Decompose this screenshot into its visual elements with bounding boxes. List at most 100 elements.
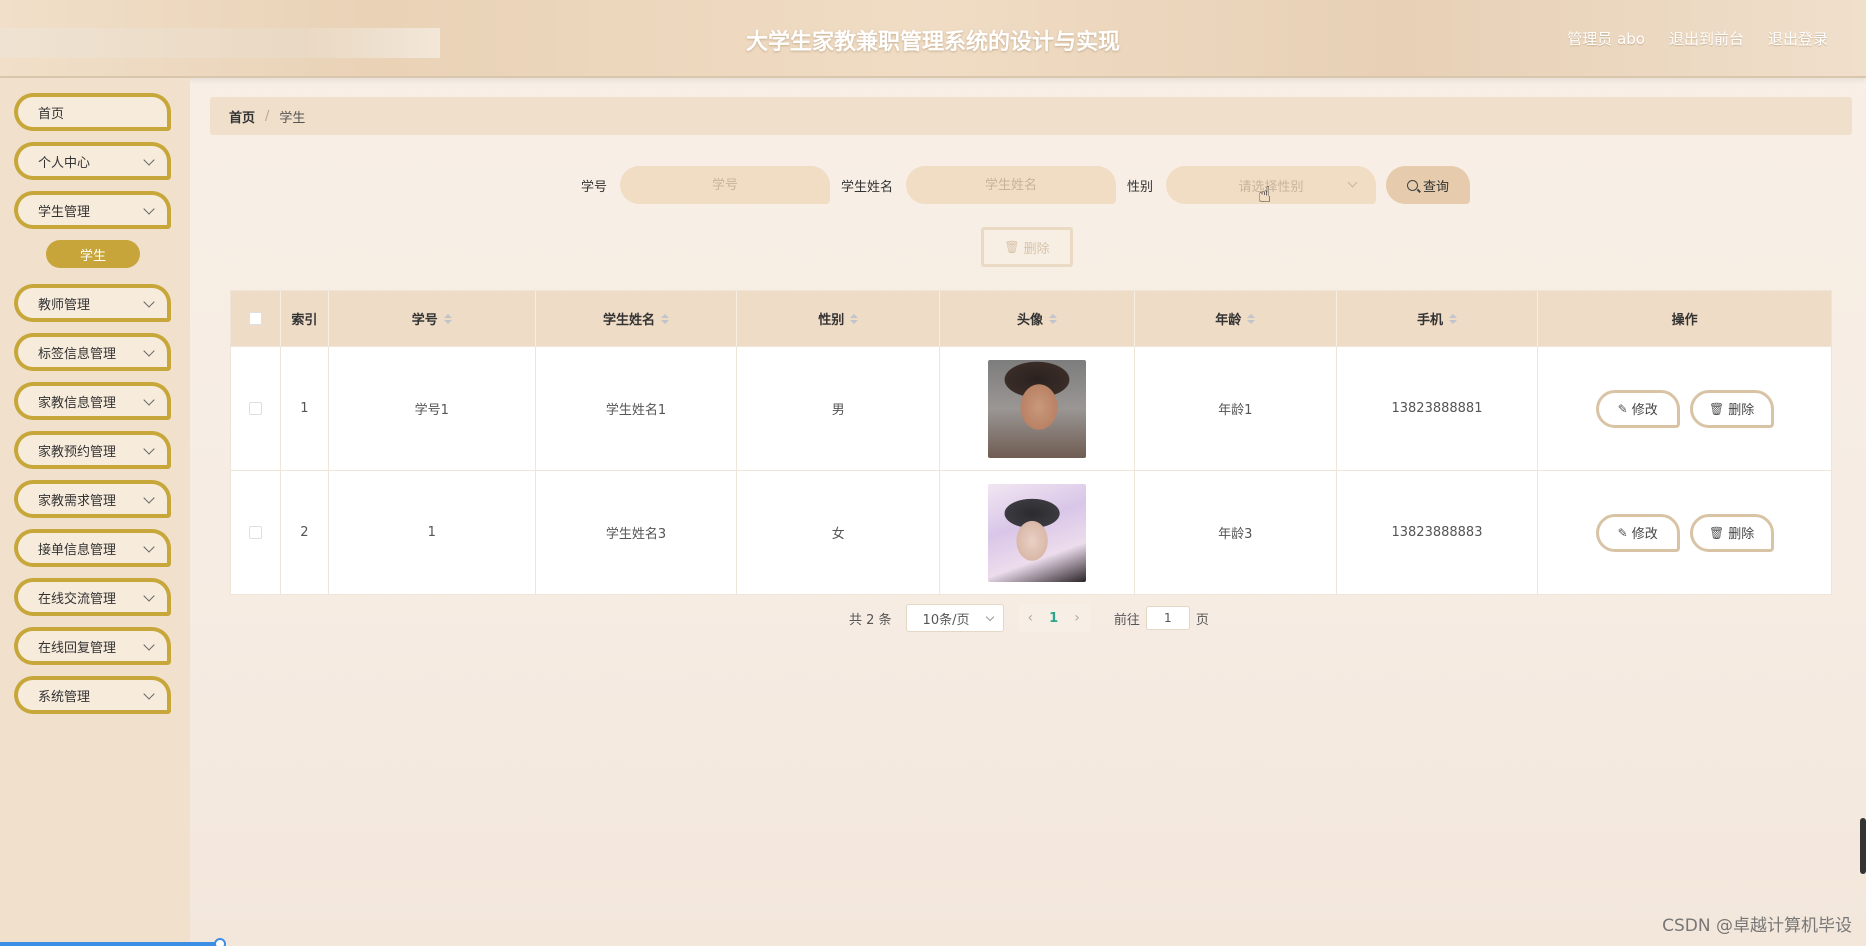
- sidebar-subitem-student[interactable]: 学生: [46, 240, 140, 268]
- sort-icon[interactable]: [1048, 313, 1057, 324]
- page-unit-label: 页: [1195, 612, 1209, 628]
- row-checkbox[interactable]: [248, 526, 262, 539]
- sidebar-item-order-management[interactable]: 接单信息管理: [14, 529, 171, 567]
- edit-icon: ✎: [1617, 525, 1628, 540]
- current-user: 管理员 abo: [1567, 30, 1645, 48]
- edit-button[interactable]: ✎ 修改: [1595, 389, 1680, 428]
- cell-operation: ✎ 修改 🗑 删除: [1538, 347, 1831, 470]
- sidebar-item-teacher-management[interactable]: 教师管理: [14, 284, 171, 322]
- trash-icon: 🗑: [1709, 401, 1725, 416]
- sidebar-item-label: 在线交流管理: [38, 591, 117, 607]
- sidebar-item-booking-management[interactable]: 家教预约管理: [14, 431, 171, 469]
- page-size-select[interactable]: 10条/页: [905, 604, 1004, 632]
- header-select-all[interactable]: [231, 291, 281, 346]
- avatar[interactable]: [987, 359, 1086, 458]
- table-header: 索引 学号 学生姓名 性别 头像 年龄 手机 操作: [231, 291, 1831, 346]
- header-label: 年龄: [1215, 313, 1242, 328]
- chevron-down-icon: [143, 345, 155, 357]
- cell-phone: 13823888883: [1337, 471, 1539, 594]
- header-avatar[interactable]: 头像: [940, 291, 1135, 346]
- student-no-input[interactable]: [620, 166, 830, 204]
- chevron-down-icon: [143, 639, 155, 651]
- row-select[interactable]: [231, 471, 281, 594]
- mouse-pointer-icon: ☝: [1258, 183, 1272, 208]
- avatar[interactable]: [987, 483, 1086, 582]
- query-button-label: 查询: [1422, 179, 1449, 195]
- student-name-input[interactable]: [906, 166, 1116, 204]
- sidebar-item-demand-management[interactable]: 家教需求管理: [14, 480, 171, 518]
- table-row: 1 学号1 学生姓名1 男 年龄1 13823888881 ✎ 修改 🗑 删除: [231, 346, 1831, 470]
- sidebar-item-tag-management[interactable]: 标签信息管理: [14, 333, 171, 371]
- delete-button[interactable]: 🗑 删除: [1689, 513, 1774, 552]
- edit-button[interactable]: ✎ 修改: [1595, 513, 1680, 552]
- sidebar-item-system-management[interactable]: 系统管理: [14, 676, 171, 714]
- page-jump: 前往 页: [1114, 606, 1209, 630]
- sidebar-item-label: 家教预约管理: [38, 444, 117, 460]
- chevron-left-icon[interactable]: ‹: [1028, 610, 1034, 626]
- chevron-right-icon[interactable]: ›: [1074, 610, 1080, 626]
- sidebar-item-home[interactable]: 首页: [14, 93, 171, 131]
- header-label: 学号: [411, 313, 438, 328]
- sort-icon[interactable]: [443, 313, 452, 324]
- header-label: 性别: [818, 313, 845, 328]
- breadcrumb-home[interactable]: 首页: [229, 107, 255, 126]
- watermark: CSDN @卓越计算机毕设: [1662, 916, 1852, 936]
- breadcrumb-separator: /: [265, 108, 270, 124]
- row-select[interactable]: [231, 347, 281, 470]
- select-all-checkbox[interactable]: [248, 312, 262, 325]
- chevron-down-icon: [985, 612, 994, 622]
- sort-icon[interactable]: [1247, 313, 1256, 324]
- cell-gender: 女: [737, 471, 941, 594]
- cell-index: 2: [281, 471, 329, 594]
- query-button[interactable]: 查询: [1386, 166, 1470, 204]
- batch-delete-label: 删除: [1023, 241, 1050, 257]
- cell-avatar: [940, 347, 1135, 470]
- header-age[interactable]: 年龄: [1135, 291, 1337, 346]
- sidebar-item-label: 标签信息管理: [38, 346, 117, 362]
- goto-page-input[interactable]: [1145, 606, 1190, 630]
- row-checkbox[interactable]: [248, 402, 262, 415]
- exit-to-front-link[interactable]: 退出到前台: [1669, 28, 1744, 49]
- page-number[interactable]: 1: [1049, 611, 1058, 626]
- edit-button-label: 修改: [1631, 527, 1658, 542]
- header-gender[interactable]: 性别: [737, 291, 941, 346]
- sidebar-item-label: 在线回复管理: [38, 640, 117, 656]
- edit-button-label: 修改: [1631, 403, 1658, 418]
- sidebar-item-label: 首页: [38, 106, 65, 122]
- header-index: 索引: [281, 291, 329, 346]
- chevron-down-icon: [143, 203, 155, 215]
- header-student-no[interactable]: 学号: [329, 291, 536, 346]
- delete-button-label: 删除: [1728, 527, 1755, 542]
- delete-button[interactable]: 🗑 删除: [1689, 389, 1774, 428]
- sort-icon[interactable]: [850, 313, 859, 324]
- sort-icon[interactable]: [660, 313, 669, 324]
- chevron-down-icon: [143, 590, 155, 602]
- trash-icon: 🗑: [1709, 525, 1725, 540]
- chevron-down-icon: [143, 492, 155, 504]
- scrollbar-thumb[interactable]: [1860, 818, 1866, 874]
- pagination: 共 2 条 10条/页 ‹ 1 › 前往 页: [849, 604, 1209, 632]
- chevron-down-icon: [1347, 177, 1358, 188]
- sidebar-item-chat-management[interactable]: 在线交流管理: [14, 578, 171, 616]
- breadcrumb-current: 学生: [279, 110, 306, 126]
- header-student-name[interactable]: 学生姓名: [536, 291, 738, 346]
- sidebar: 首页 个人中心 学生管理 学生 教师管理 标签信息管理 家教信息管理 家教预约管…: [0, 78, 190, 946]
- search-icon: [1406, 179, 1418, 191]
- header-phone[interactable]: 手机: [1337, 291, 1539, 346]
- sidebar-item-reply-management[interactable]: 在线回复管理: [14, 627, 171, 665]
- sidebar-item-tutoring-info-management[interactable]: 家教信息管理: [14, 382, 171, 420]
- sort-icon[interactable]: [1448, 313, 1457, 324]
- sidebar-item-label: 系统管理: [38, 689, 91, 705]
- delete-button-label: 删除: [1728, 403, 1755, 418]
- batch-delete-button[interactable]: 🗑 删除: [981, 227, 1073, 267]
- gender-label: 性别: [1127, 180, 1154, 195]
- sidebar-item-label: 接单信息管理: [38, 542, 117, 558]
- progress-handle[interactable]: [214, 938, 226, 946]
- search-bar: 学号 学生姓名 性别 请选择性别 查询: [0, 164, 1866, 204]
- sidebar-item-label: 家教需求管理: [38, 493, 117, 509]
- page-nav: ‹ 1 ›: [1017, 604, 1090, 632]
- cell-age: 年龄3: [1135, 471, 1337, 594]
- logout-link[interactable]: 退出登录: [1768, 28, 1828, 49]
- student-name-label: 学生姓名: [841, 180, 894, 195]
- header-nav: 管理员 abo 退出到前台 退出登录: [1567, 28, 1828, 49]
